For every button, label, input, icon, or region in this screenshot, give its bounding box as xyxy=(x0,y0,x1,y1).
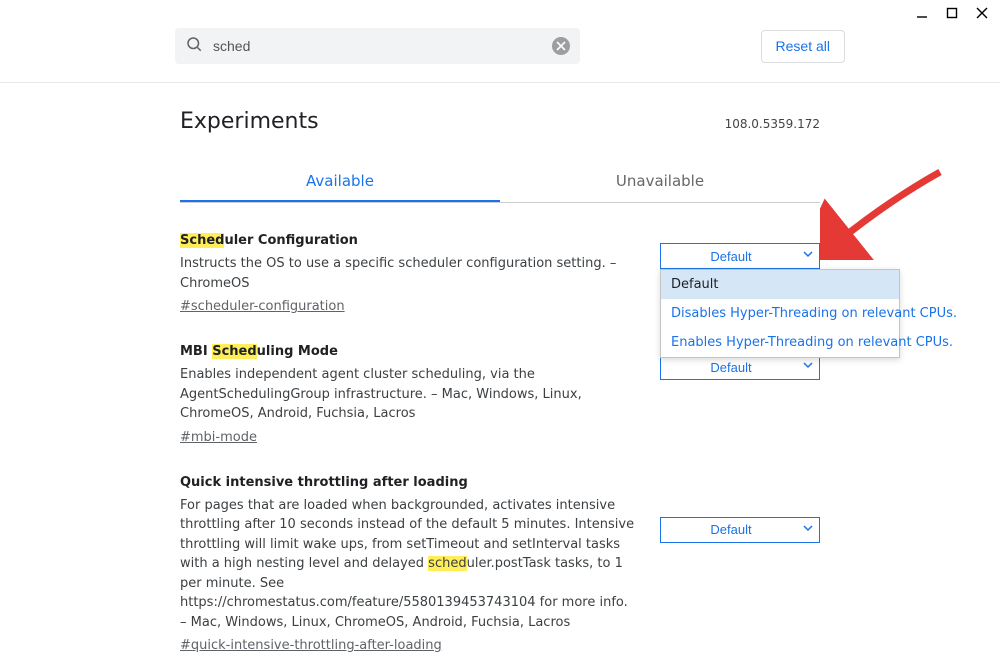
experiment-title: Quick intensive throttling after loading xyxy=(180,475,636,490)
experiment-row: MBI Scheduling Mode Enables independent … xyxy=(180,344,820,445)
search-input[interactable] xyxy=(203,38,552,54)
window-controls xyxy=(912,6,992,24)
experiment-select[interactable]: Default xyxy=(660,517,820,543)
search-icon xyxy=(185,35,203,57)
select-button[interactable]: Default xyxy=(660,243,820,269)
experiment-body: Quick intensive throttling after loading… xyxy=(180,475,636,653)
experiment-row: Quick intensive throttling after loading… xyxy=(180,475,820,653)
select-button[interactable]: Default xyxy=(660,517,820,543)
dropdown-menu: Default Disables Hyper-Threading on rele… xyxy=(660,269,900,358)
experiment-description: For pages that are loaded when backgroun… xyxy=(180,496,636,633)
tabs: Available Unavailable xyxy=(180,162,820,203)
experiment-description: Instructs the OS to use a specific sched… xyxy=(180,254,636,293)
highlight-match: sched xyxy=(428,556,466,571)
experiment-description: Enables independent agent cluster schedu… xyxy=(180,365,636,424)
highlight-match: Sched xyxy=(180,233,224,248)
dropdown-option[interactable]: Default xyxy=(661,270,899,299)
close-icon[interactable] xyxy=(972,6,992,24)
dropdown-option[interactable]: Enables Hyper-Threading on relevant CPUs… xyxy=(661,328,899,357)
experiment-anchor[interactable]: #mbi-mode xyxy=(180,430,257,445)
experiment-title: Scheduler Configuration xyxy=(180,233,636,248)
minimize-icon[interactable] xyxy=(912,6,932,24)
experiment-body: MBI Scheduling Mode Enables independent … xyxy=(180,344,636,445)
experiment-row: Scheduler Configuration Instructs the OS… xyxy=(180,233,820,314)
experiment-anchor[interactable]: #quick-intensive-throttling-after-loadin… xyxy=(180,638,442,653)
tab-unavailable[interactable]: Unavailable xyxy=(500,162,820,202)
experiment-anchor[interactable]: #scheduler-configuration xyxy=(180,299,345,314)
experiment-select[interactable]: Default Default Disables Hyper-Threading… xyxy=(660,243,820,269)
tab-available[interactable]: Available xyxy=(180,162,500,202)
title-text: uling Mode xyxy=(257,344,338,359)
experiment-body: Scheduler Configuration Instructs the OS… xyxy=(180,233,636,314)
highlight-match: Sched xyxy=(212,344,256,359)
annotation-arrow-icon xyxy=(820,160,950,260)
version-text: 108.0.5359.172 xyxy=(725,117,820,131)
header-row: Experiments 108.0.5359.172 xyxy=(180,109,820,134)
search-box[interactable] xyxy=(175,28,580,64)
clear-search-icon[interactable] xyxy=(552,37,570,55)
page-title: Experiments xyxy=(180,109,319,134)
topbar: Reset all xyxy=(0,0,1000,83)
maximize-icon[interactable] xyxy=(942,6,962,24)
title-text: uler Configuration xyxy=(224,233,357,248)
page-content: Experiments 108.0.5359.172 Available Una… xyxy=(180,109,820,653)
title-text: MBI xyxy=(180,344,212,359)
dropdown-option[interactable]: Disables Hyper-Threading on relevant CPU… xyxy=(661,299,899,328)
experiment-title: MBI Scheduling Mode xyxy=(180,344,636,359)
reset-all-button[interactable]: Reset all xyxy=(761,30,845,63)
